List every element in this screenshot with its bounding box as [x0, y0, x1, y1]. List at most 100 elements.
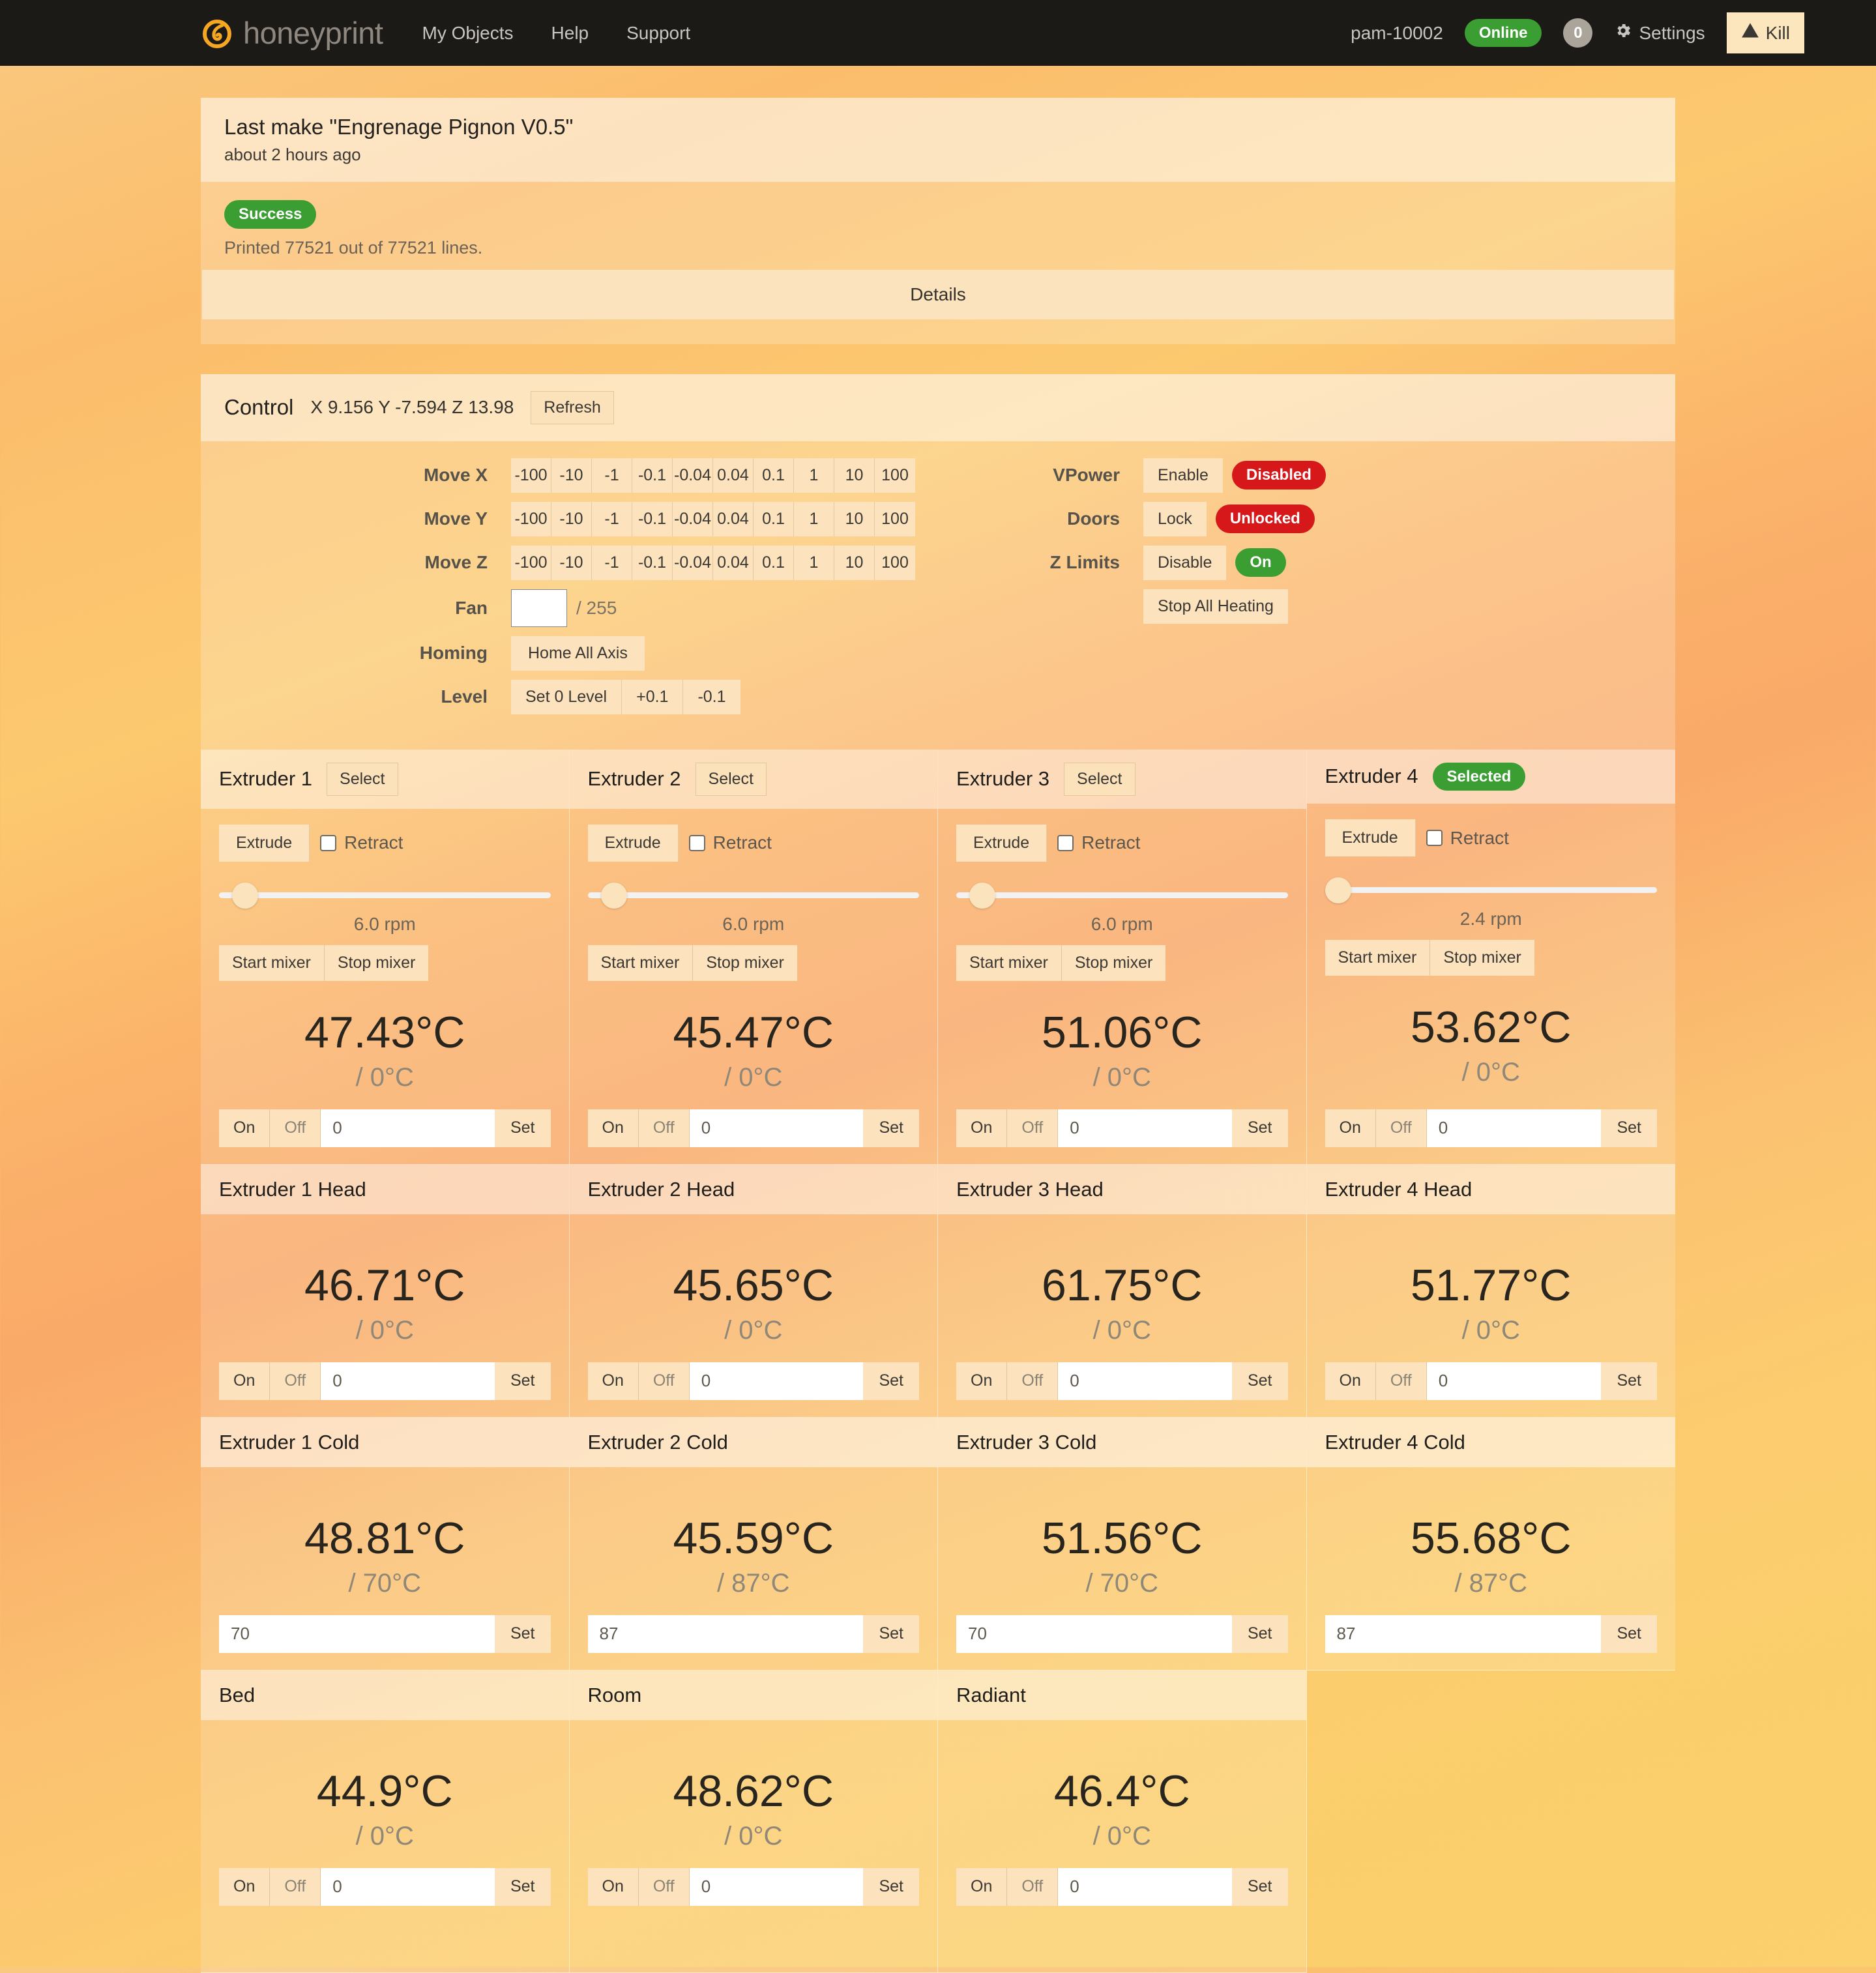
move-y-step[interactable]: 1: [794, 501, 834, 536]
extrude-button[interactable]: Extrude: [219, 824, 310, 862]
slider-thumb[interactable]: [1325, 877, 1351, 904]
set-temp-button[interactable]: Set: [494, 1615, 551, 1653]
move-y-step[interactable]: 0.1: [754, 501, 794, 536]
extruder-select-button[interactable]: Select: [1064, 762, 1136, 796]
stop-mixer-button[interactable]: Stop mixer: [1061, 944, 1166, 981]
nav-link-support[interactable]: Support: [626, 23, 690, 44]
mixer-speed-slider[interactable]: [219, 880, 551, 910]
move-y-step[interactable]: -1: [592, 501, 632, 536]
move-x-step[interactable]: -0.1: [632, 458, 673, 493]
heater-on-button[interactable]: On: [1325, 1109, 1376, 1147]
target-temp-input[interactable]: [321, 1362, 495, 1400]
start-mixer-button[interactable]: Start mixer: [1325, 940, 1431, 976]
extrude-button[interactable]: Extrude: [956, 824, 1048, 862]
set-temp-button[interactable]: Set: [863, 1362, 919, 1400]
set-temp-button[interactable]: Set: [1601, 1362, 1657, 1400]
heater-on-button[interactable]: On: [219, 1867, 271, 1906]
set-temp-button[interactable]: Set: [1231, 1615, 1288, 1653]
zlimits-disable-button[interactable]: Disable: [1143, 545, 1227, 580]
target-temp-input[interactable]: [689, 1867, 864, 1906]
heater-off-button[interactable]: Off: [638, 1867, 690, 1906]
heater-off-button[interactable]: Off: [1375, 1362, 1427, 1400]
move-x-step[interactable]: 1: [794, 458, 834, 493]
stop-mixer-button[interactable]: Stop mixer: [324, 944, 429, 981]
home-all-axis-button[interactable]: Home All Axis: [511, 636, 645, 671]
move-z-step[interactable]: -100: [511, 545, 551, 580]
set-temp-button[interactable]: Set: [494, 1867, 551, 1906]
target-temp-input[interactable]: [1426, 1362, 1602, 1400]
target-temp-input[interactable]: [321, 1867, 495, 1906]
move-z-step[interactable]: 10: [834, 545, 875, 580]
move-z-step[interactable]: -10: [551, 545, 592, 580]
heater-on-button[interactable]: On: [587, 1362, 639, 1400]
details-button[interactable]: Details: [202, 269, 1674, 319]
move-y-step[interactable]: -0.04: [673, 501, 713, 536]
slider-thumb[interactable]: [232, 882, 259, 909]
move-z-step[interactable]: 0.04: [713, 545, 754, 580]
heater-off-button[interactable]: Off: [638, 1362, 690, 1400]
move-x-step[interactable]: -1: [592, 458, 632, 493]
move-y-step[interactable]: -100: [511, 501, 551, 536]
retract-checkbox[interactable]: Retract: [1057, 832, 1140, 853]
set-temp-button[interactable]: Set: [1231, 1109, 1288, 1147]
stop-all-heating-button[interactable]: Stop All Heating: [1143, 589, 1288, 624]
refresh-button[interactable]: Refresh: [531, 390, 614, 424]
target-temp-input[interactable]: [1426, 1109, 1602, 1147]
target-temp-input[interactable]: [689, 1109, 864, 1147]
set-temp-button[interactable]: Set: [494, 1362, 551, 1400]
move-y-step[interactable]: -10: [551, 501, 592, 536]
notification-count-badge[interactable]: 0: [1563, 18, 1593, 48]
set-temp-button[interactable]: Set: [1601, 1109, 1657, 1147]
heater-off-button[interactable]: Off: [1007, 1362, 1059, 1400]
move-z-step[interactable]: -0.04: [673, 545, 713, 580]
level-minus-button[interactable]: -0.1: [683, 679, 740, 714]
target-temp-input[interactable]: [219, 1615, 495, 1653]
extruder-select-button[interactable]: Select: [695, 762, 767, 796]
heater-on-button[interactable]: On: [956, 1867, 1008, 1906]
set-temp-button[interactable]: Set: [863, 1615, 919, 1653]
start-mixer-button[interactable]: Start mixer: [587, 944, 694, 981]
mixer-speed-slider[interactable]: [956, 880, 1288, 910]
heater-on-button[interactable]: On: [956, 1109, 1008, 1147]
target-temp-input[interactable]: [587, 1615, 864, 1653]
mixer-speed-slider[interactable]: [587, 880, 919, 910]
heater-on-button[interactable]: On: [587, 1109, 639, 1147]
heater-off-button[interactable]: Off: [270, 1362, 321, 1400]
move-z-step[interactable]: 1: [794, 545, 834, 580]
move-z-step[interactable]: -1: [592, 545, 632, 580]
move-x-step[interactable]: 100: [875, 458, 915, 493]
move-y-step[interactable]: 10: [834, 501, 875, 536]
heater-on-button[interactable]: On: [219, 1362, 271, 1400]
target-temp-input[interactable]: [321, 1109, 495, 1147]
target-temp-input[interactable]: [689, 1362, 864, 1400]
target-temp-input[interactable]: [1058, 1362, 1232, 1400]
extrude-button[interactable]: Extrude: [587, 824, 679, 862]
vpower-enable-button[interactable]: Enable: [1143, 458, 1223, 493]
set-temp-button[interactable]: Set: [1601, 1615, 1657, 1653]
settings-link[interactable]: Settings: [1614, 22, 1705, 44]
doors-lock-button[interactable]: Lock: [1143, 501, 1207, 536]
heater-off-button[interactable]: Off: [638, 1109, 690, 1147]
nav-link-help[interactable]: Help: [551, 23, 589, 44]
slider-thumb[interactable]: [600, 882, 627, 909]
target-temp-input[interactable]: [956, 1615, 1232, 1653]
level-plus-button[interactable]: +0.1: [622, 679, 684, 714]
heater-off-button[interactable]: Off: [1007, 1867, 1059, 1906]
retract-checkbox[interactable]: Retract: [1426, 828, 1509, 849]
stop-mixer-button[interactable]: Stop mixer: [693, 944, 797, 981]
heater-on-button[interactable]: On: [587, 1867, 639, 1906]
move-x-step[interactable]: 0.04: [713, 458, 754, 493]
move-x-step[interactable]: -0.04: [673, 458, 713, 493]
extrude-button[interactable]: Extrude: [1325, 819, 1416, 857]
heater-off-button[interactable]: Off: [270, 1109, 321, 1147]
set-temp-button[interactable]: Set: [863, 1109, 919, 1147]
slider-thumb[interactable]: [969, 882, 996, 909]
heater-off-button[interactable]: Off: [1375, 1109, 1427, 1147]
kill-button[interactable]: Kill: [1726, 12, 1804, 53]
move-x-step[interactable]: -100: [511, 458, 551, 493]
move-y-step[interactable]: -0.1: [632, 501, 673, 536]
nav-link-my-objects[interactable]: My Objects: [422, 23, 514, 44]
start-mixer-button[interactable]: Start mixer: [219, 944, 325, 981]
move-y-step[interactable]: 100: [875, 501, 915, 536]
retract-checkbox[interactable]: Retract: [688, 832, 772, 853]
